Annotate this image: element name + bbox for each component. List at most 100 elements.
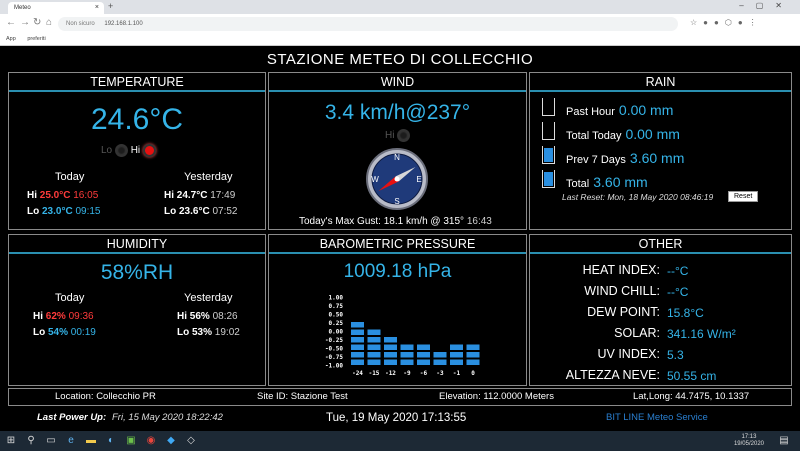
x-tick-label: -24 xyxy=(352,370,363,377)
y-tick-label: 0.50 xyxy=(329,312,344,319)
service-link[interactable]: BIT LINE Meteo Service xyxy=(606,412,708,423)
search-icon[interactable]: ⚲ xyxy=(25,435,37,447)
site-id-text: Site ID: Stazione Test xyxy=(257,391,348,402)
yest-hi-time: 17:49 xyxy=(210,190,236,201)
rain-row-label: Total xyxy=(566,178,590,190)
footer: Last Power Up: Fri, 15 May 2020 18:22:42… xyxy=(0,408,800,430)
bookmark-preferiti[interactable]: preferiti xyxy=(27,36,45,42)
rain-gauge-icon xyxy=(542,170,555,188)
vscode-icon[interactable]: ◆ xyxy=(165,435,177,447)
pressure-trend-chart: 1.000.75 0.500.25 0.00-0.25 -0.50-0.75 -1.00… xyxy=(325,295,480,377)
tab-close-icon[interactable]: × xyxy=(95,4,99,11)
y-tick-label: 0.00 xyxy=(329,329,344,336)
gust-value: 18.1 km/h @ 315° xyxy=(383,216,465,227)
home-icon[interactable]: ⌂ xyxy=(46,17,52,28)
hi-indicator-icon xyxy=(142,144,156,157)
lo-led-label: Lo xyxy=(101,145,113,157)
compass-e: E xyxy=(416,175,421,184)
hum-today-hi-value: 62% xyxy=(45,311,66,322)
rain-row-label: Past Hour xyxy=(566,106,615,118)
tab-bar: Meteo × + –▢✕ xyxy=(0,0,800,14)
rain-row-value: 0.00 mm xyxy=(625,126,680,142)
power-up-value: Fri, 15 May 2020 18:22:42 xyxy=(112,412,223,423)
bookmark-apps[interactable]: App xyxy=(6,36,16,42)
app-icon[interactable]: ◇ xyxy=(185,435,197,447)
compass-n: N xyxy=(394,153,400,162)
x-tick-label: -6 xyxy=(420,370,428,377)
browser-chrome: Meteo × + –▢✕ ← → ↻ ⌂ Non sicuro 192.168… xyxy=(0,0,800,46)
reset-button[interactable]: Reset xyxy=(728,191,759,202)
browser-tab[interactable]: Meteo × xyxy=(8,2,104,14)
hum-today-label: Today xyxy=(55,292,85,304)
edge-icon[interactable]: e xyxy=(65,435,77,447)
rain-row-value: 0.00 mm xyxy=(618,102,674,118)
window-controls[interactable]: –▢✕ xyxy=(739,1,794,10)
lo-label: Lo xyxy=(33,327,46,338)
today-lo-value: 23.0°C xyxy=(42,206,73,217)
rain-row-label: Prev 7 Days xyxy=(566,154,626,166)
elevation-text: Elevation: 112.0000 Meters xyxy=(439,391,554,402)
store-icon[interactable]: ▣ xyxy=(125,435,137,447)
pressure-header: BAROMETRIC PRESSURE xyxy=(269,235,526,254)
today-hi-value: 25.0°C xyxy=(39,190,71,201)
reload-icon[interactable]: ↻ xyxy=(33,17,41,28)
y-tick-label: -0.50 xyxy=(325,346,343,353)
forward-icon[interactable]: → xyxy=(20,17,30,28)
y-tick-label: -0.25 xyxy=(325,337,343,344)
temp-leds: Lo Hi xyxy=(101,144,156,157)
pressure-bar xyxy=(384,337,397,365)
pressure-bar xyxy=(400,344,414,365)
other-value: 5.3 xyxy=(667,348,684,362)
wind-compass: N E S W xyxy=(366,148,428,210)
wind-hi-indicator-icon xyxy=(397,129,411,142)
extension-icons[interactable]: ☆●●⬡●⋮ xyxy=(690,18,763,27)
compass-s: S xyxy=(394,197,399,206)
chrome-icon[interactable]: ◉ xyxy=(145,435,157,447)
wind-gust: Today's Max Gust: 18.1 km/h @ 315° 16:43 xyxy=(299,216,492,227)
task-view-icon[interactable]: ▭ xyxy=(45,435,57,447)
humidity-header: HUMIDITY xyxy=(9,235,265,254)
file-explorer-icon[interactable]: ▬ xyxy=(85,435,97,447)
new-tab-icon[interactable]: + xyxy=(108,1,113,11)
other-value: --°C xyxy=(667,264,689,278)
rain-row-label: Total Today xyxy=(566,130,622,142)
yest-lo-time: 07:52 xyxy=(212,206,238,217)
temp-today-lo: Lo 23.0°C 09:15 xyxy=(27,206,101,217)
insecure-label: Non sicuro xyxy=(66,21,95,27)
x-tick-label: -3 xyxy=(436,370,444,377)
other-label: SOLAR: xyxy=(614,326,660,340)
humidity-current: 58%RH xyxy=(100,261,174,284)
hum-yesterday-label: Yesterday xyxy=(184,292,233,304)
hum-today-lo-value: 54% xyxy=(48,327,69,338)
pressure-panel: BAROMETRIC PRESSURE 1009.18 hPa 1.00 0.75… xyxy=(268,234,527,386)
wind-panel: WIND 3.4 km/h@237° Hi N E S W Today's Ma… xyxy=(268,72,527,230)
other-value: 50.55 cm xyxy=(667,369,717,383)
address-bar[interactable]: Non sicuro 192.168.1.100 xyxy=(58,17,678,31)
rain-gauge-icon xyxy=(542,98,555,116)
hum-yest-hi: Hi 56% 08:26 xyxy=(177,311,238,322)
hum-today-hi-time: 09:36 xyxy=(68,311,94,322)
other-header: OTHER xyxy=(530,235,791,254)
windows-start-icon[interactable]: ⊞ xyxy=(5,435,17,447)
rain-gauge-icon xyxy=(542,146,555,164)
wind-current: 3.4 km/h@237° xyxy=(324,101,471,124)
system-clock[interactable]: 17:13 19/05/2020 xyxy=(734,434,764,448)
rain-panel: RAIN Past Hour 0.00 mm Total Today 0.00 mm… xyxy=(529,72,792,230)
hum-today-lo: Lo 54% 00:19 xyxy=(33,327,96,338)
temperature-panel: TEMPERATURE 24.6°C Lo Hi Today Yesterday… xyxy=(8,72,266,230)
notification-icon[interactable]: ▤ xyxy=(778,435,790,447)
back-icon[interactable]: ← xyxy=(6,17,16,28)
y-tick-label: -0.75 xyxy=(325,354,343,361)
power-up-label: Last Power Up: xyxy=(37,412,107,423)
temperature-current: 24.6°C xyxy=(90,103,184,136)
hi-label: Hi xyxy=(177,311,187,322)
other-label: ALTEZZA NEVE: xyxy=(565,368,660,382)
pressure-bar xyxy=(351,322,364,365)
edge-chromium-icon[interactable]: ◐ xyxy=(105,435,117,447)
temp-yest-lo: Lo 23.6°C 07:52 xyxy=(164,206,238,217)
hi-label: Hi xyxy=(33,311,43,322)
gust-time: 16:43 xyxy=(466,216,492,227)
other-value: --°C xyxy=(667,285,689,299)
rain-last-reset: Last Reset: Mon, 18 May 2020 08:46:19 xyxy=(562,192,714,202)
station-info-bar: Location: Collecchio PR Site ID: Stazion… xyxy=(8,388,792,406)
